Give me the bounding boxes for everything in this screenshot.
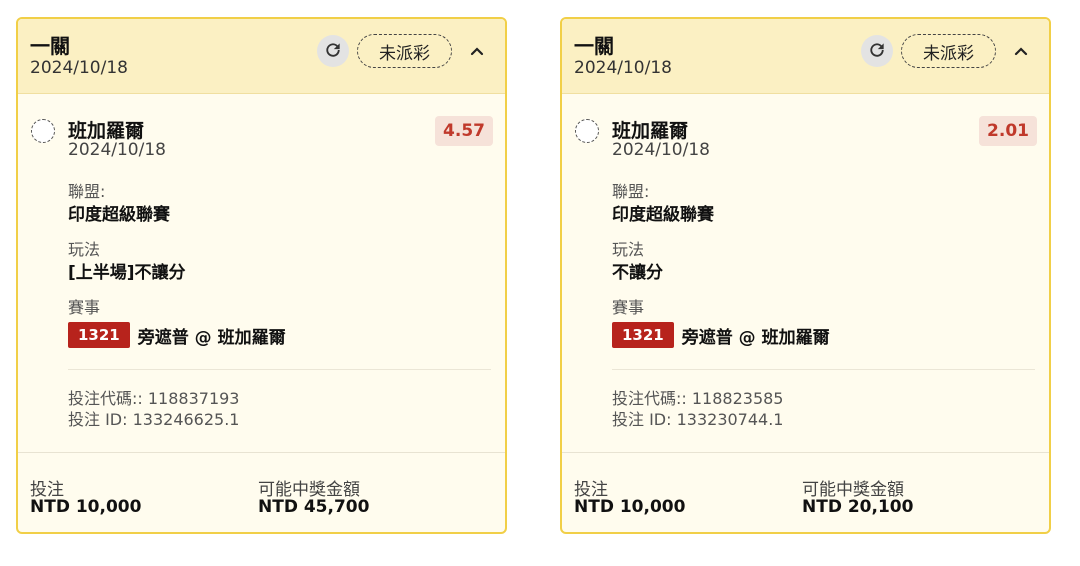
event-name: 旁遮普 @ 班加羅爾 <box>681 327 830 348</box>
odds-badge: 4.57 <box>435 116 493 146</box>
payout-value: NTD 45,700 <box>258 497 370 517</box>
collapse-button[interactable] <box>465 39 489 63</box>
bet-id: 投注 ID: 133230744.1 <box>612 410 784 429</box>
stake-value: NTD 10,000 <box>30 497 142 517</box>
payout-value: NTD 20,100 <box>802 497 914 517</box>
selection-date: 2024/10/18 <box>68 140 166 160</box>
radio-circle-icon[interactable] <box>575 119 599 143</box>
bet-card: 一關 2024/10/18 未派彩 班加羅爾 2024/10/18 4.57 聯… <box>16 17 507 534</box>
bet-type-value: [上半場]不讓分 <box>68 263 186 283</box>
status-badge: 未派彩 <box>357 34 452 68</box>
divider <box>612 369 1035 370</box>
card-footer: 投注 NTD 10,000 可能中獎金額 NTD 20,100 <box>562 452 1049 532</box>
bet-type-label: 玩法 <box>68 240 101 259</box>
stake-value: NTD 10,000 <box>574 497 686 517</box>
team-name: 班加羅爾 <box>612 120 689 142</box>
chevron-up-icon <box>470 44 484 59</box>
bet-type-value: 不讓分 <box>612 263 663 283</box>
collapse-button[interactable] <box>1009 39 1033 63</box>
event-id-badge: 1321 <box>612 322 674 348</box>
refresh-icon <box>323 40 343 63</box>
bet-id: 投注 ID: 133246625.1 <box>68 410 240 429</box>
bet-type-label: 玩法 <box>612 240 645 259</box>
bet-card: 一關 2024/10/18 未派彩 班加羅爾 2024/10/18 2.01 聯… <box>560 17 1051 534</box>
divider <box>68 369 491 370</box>
team-name: 班加羅爾 <box>68 120 145 142</box>
event-label: 賽事 <box>68 298 101 317</box>
refresh-button[interactable] <box>317 35 349 67</box>
event-id-badge: 1321 <box>68 322 130 348</box>
league-value: 印度超級聯賽 <box>612 205 714 225</box>
chevron-up-icon <box>1014 44 1028 59</box>
event-line: 1321 旁遮普 @ 班加羅爾 <box>68 322 286 348</box>
odds-badge: 2.01 <box>979 116 1037 146</box>
refresh-button[interactable] <box>861 35 893 67</box>
status-badge: 未派彩 <box>901 34 996 68</box>
card-header: 一關 2024/10/18 未派彩 <box>18 19 505 94</box>
selection-date: 2024/10/18 <box>612 140 710 160</box>
event-line: 1321 旁遮普 @ 班加羅爾 <box>612 322 830 348</box>
event-label: 賽事 <box>612 298 645 317</box>
league-label: 聯盟: <box>68 182 106 201</box>
refresh-icon <box>867 40 887 63</box>
card-footer: 投注 NTD 10,000 可能中獎金額 NTD 45,700 <box>18 452 505 532</box>
league-label: 聯盟: <box>612 182 650 201</box>
event-name: 旁遮普 @ 班加羅爾 <box>137 327 286 348</box>
radio-circle-icon[interactable] <box>31 119 55 143</box>
league-value: 印度超級聯賽 <box>68 205 170 225</box>
card-header: 一關 2024/10/18 未派彩 <box>562 19 1049 94</box>
